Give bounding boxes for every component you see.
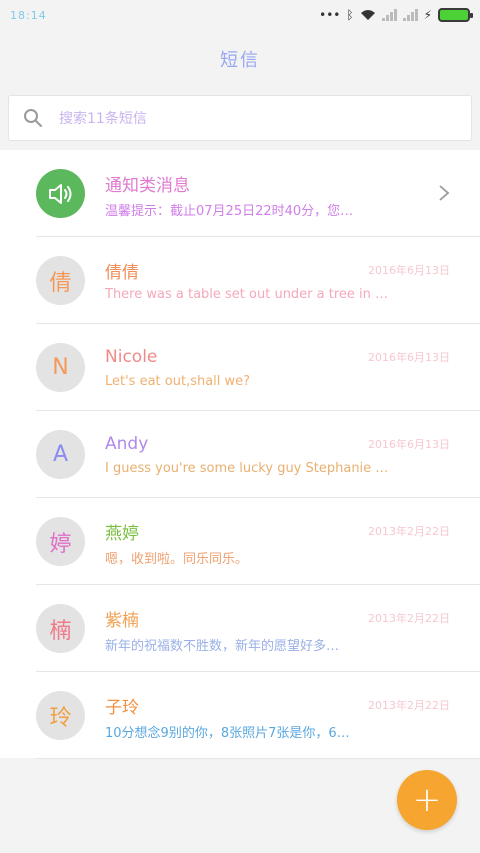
conversation-name: Andy — [105, 434, 149, 454]
conversation-row[interactable]: N Nicole 2016年6月13日 Let's eat out,shall … — [0, 324, 480, 411]
avatar — [36, 169, 85, 218]
conversation-preview: 新年的祝福数不胜数，新年的愿望好多… — [105, 639, 340, 654]
avatar: 玲 — [36, 691, 85, 740]
search-input[interactable]: 搜索11条短信 — [8, 95, 472, 141]
conversation-preview: Let's eat out,shall we? — [105, 374, 251, 389]
status-icons: ••• ᛒ ⚡ — [319, 8, 473, 22]
speaker-icon — [48, 183, 71, 204]
conversation-name: 燕婷 — [105, 523, 139, 544]
conversation-name: 子玲 — [105, 697, 139, 718]
avatar: 倩 — [36, 256, 85, 305]
status-bar: 18:14 ••• ᛒ ⚡ — [0, 0, 480, 30]
conversation-row[interactable]: A Andy 2016年6月13日 I guess you're some lu… — [0, 411, 480, 498]
conversation-preview: I guess you're some lucky guy Stephanie … — [105, 461, 389, 476]
conversation-row[interactable]: 倩 倩倩 2016年6月13日 There was a table set ou… — [0, 237, 480, 324]
conversation-row[interactable]: 婷 燕婷 2013年2月22日 嗯，收到啦。同乐同乐。 — [0, 498, 480, 585]
bluetooth-icon: ᛒ — [346, 8, 354, 22]
conversation-preview: 温馨提示：截止07月25日22时40分，您… — [105, 204, 354, 219]
status-time: 18:14 — [10, 8, 47, 22]
conversation-name: 通知类消息 — [105, 175, 190, 196]
row-body: 燕婷 2013年2月22日 嗯，收到啦。同乐同乐。 — [105, 518, 450, 568]
conversation-date: 2013年2月22日 — [368, 612, 450, 625]
avatar: A — [36, 430, 85, 479]
wifi-icon — [360, 10, 375, 20]
signal-x-icon — [381, 9, 397, 21]
conversation-preview: 10分想念9别的你，8张照片7张是你，6… — [105, 726, 350, 741]
conversation-date: 2016年6月13日 — [368, 351, 450, 364]
row-body: Andy 2016年6月13日 I guess you're some luck… — [105, 431, 450, 476]
conversation-name: 紫楠 — [105, 610, 139, 631]
signal-x-icon — [402, 9, 418, 21]
search-icon — [24, 109, 42, 127]
conversation-name: Nicole — [105, 347, 158, 367]
conversation-row[interactable]: 楠 紫楠 2013年2月22日 新年的祝福数不胜数，新年的愿望好多… — [0, 585, 480, 672]
conversation-date: 2016年6月13日 — [368, 264, 450, 277]
chevron-right-icon — [439, 185, 450, 201]
conversation-row-notifications[interactable]: 通知类消息 温馨提示：截止07月25日22时40分，您… — [0, 150, 480, 237]
conversation-preview: 嗯，收到啦。同乐同乐。 — [105, 552, 249, 567]
avatar: N — [36, 343, 85, 392]
page-title: 短信 — [220, 50, 260, 71]
conversation-date: 2013年2月22日 — [368, 699, 450, 712]
conversation-list: 通知类消息 温馨提示：截止07月25日22时40分，您… 倩 倩倩 2016年6… — [0, 150, 480, 759]
plus-icon: + — [412, 780, 442, 820]
new-message-button[interactable]: + — [397, 770, 457, 830]
row-body: 倩倩 2016年6月13日 There was a table set out … — [105, 257, 450, 303]
battery-icon — [438, 8, 473, 22]
conversation-preview: There was a table set out under a tree i… — [105, 287, 389, 302]
title-bar: 短信 — [0, 30, 480, 88]
search-placeholder: 搜索11条短信 — [59, 111, 147, 127]
conversation-name: 倩倩 — [105, 262, 139, 283]
row-body: 通知类消息 温馨提示：截止07月25日22时40分，您… — [105, 170, 450, 220]
divider — [36, 758, 480, 759]
more-dots-icon: ••• — [319, 8, 341, 22]
avatar: 婷 — [36, 517, 85, 566]
row-body: 紫楠 2013年2月22日 新年的祝福数不胜数，新年的愿望好多… — [105, 605, 450, 655]
conversation-date: 2013年2月22日 — [368, 525, 450, 538]
charging-icon: ⚡ — [423, 8, 432, 22]
avatar: 楠 — [36, 604, 85, 653]
row-body: Nicole 2016年6月13日 Let's eat out,shall we… — [105, 344, 450, 389]
row-body: 子玲 2013年2月22日 10分想念9别的你，8张照片7张是你，6… — [105, 692, 450, 742]
conversation-date: 2016年6月13日 — [368, 438, 450, 451]
conversation-row[interactable]: 玲 子玲 2013年2月22日 10分想念9别的你，8张照片7张是你，6… — [0, 672, 480, 759]
